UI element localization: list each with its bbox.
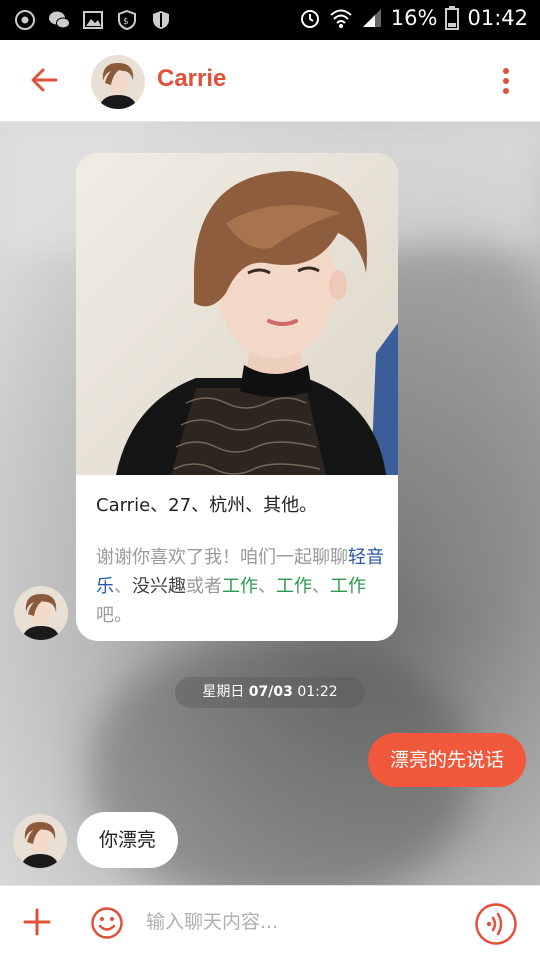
separator: 、 (114, 576, 132, 597)
page-title: Carrie (157, 65, 227, 92)
profile-greeting: 谢谢你喜欢了我！咱们一起聊聊轻音乐、没兴趣或者工作、工作、工作吧。 (96, 543, 386, 630)
clock: 01:42 (467, 6, 528, 30)
timestamp-time: 01:22 (297, 684, 338, 700)
interest-tag[interactable]: 工作 (222, 576, 258, 597)
connector-text: 或者 (186, 576, 222, 597)
greeting-text: 谢谢你喜欢了我！咱们一起聊聊 (96, 547, 348, 568)
interest-tag[interactable]: 工作 (330, 576, 366, 597)
profile-name: Carrie (96, 495, 151, 516)
wifi-icon (330, 9, 352, 28)
incoming-message-bubble[interactable]: 你漂亮 (77, 812, 179, 868)
signal-icon (362, 9, 381, 27)
avatar[interactable] (13, 814, 67, 868)
timestamp-date: 07/03 (248, 684, 293, 700)
profile-card[interactable]: Carrie、27、杭州、其他。 谢谢你喜欢了我！咱们一起聊聊轻音乐、没兴趣或者… (76, 153, 398, 641)
timestamp-weekday: 星期日 (202, 684, 245, 700)
outgoing-message-bubble[interactable]: 漂亮的先说话 (367, 733, 526, 787)
svg-text:$: $ (123, 17, 129, 27)
status-bar: $ 16% 01:42 (0, 0, 540, 40)
plus-icon[interactable] (22, 907, 52, 937)
interest-tag[interactable]: 工作 (276, 576, 312, 597)
battery-icon (445, 6, 460, 30)
avatar-image (13, 814, 67, 868)
separator: 、 (245, 495, 264, 516)
avatar[interactable] (91, 55, 145, 109)
separator: 、 (258, 576, 276, 597)
shield-alt-icon (153, 11, 169, 29)
wechat-icon (49, 11, 70, 29)
profile-age: 27 (168, 495, 192, 516)
battery-percent: 16% (390, 6, 438, 30)
chat-header: Carrie (0, 40, 540, 122)
interest-tag[interactable]: 没兴趣 (132, 576, 186, 597)
message-timestamp: 星期日 07/03 01:22 (175, 677, 365, 708)
separator: 、 (312, 576, 330, 597)
more-options-icon[interactable] (500, 66, 512, 96)
status-left-icons: $ (14, 9, 172, 31)
profile-photo[interactable] (76, 153, 398, 475)
alarm-icon (300, 10, 319, 28)
separator: 、 (150, 495, 169, 516)
status-right: 16% 01:42 (299, 6, 528, 30)
profile-photo-image (76, 153, 398, 475)
profile-other: 其他。 (263, 495, 318, 516)
emoji-icon[interactable] (90, 906, 124, 940)
profile-info: Carrie、27、杭州、其他。 (96, 491, 386, 517)
message-input-bar (0, 885, 540, 960)
voice-icon[interactable] (474, 902, 518, 946)
separator: 、 (191, 495, 210, 516)
back-arrow-icon[interactable] (26, 62, 62, 98)
gallery-icon (83, 11, 103, 29)
shield-icon: $ (118, 9, 136, 31)
avatar[interactable] (14, 586, 68, 640)
greeting-end: 吧。 (96, 605, 132, 626)
message-input[interactable] (146, 902, 446, 942)
avatar-image (91, 55, 145, 109)
chat-area[interactable]: Carrie、27、杭州、其他。 谢谢你喜欢了我！咱们一起聊聊轻音乐、没兴趣或者… (0, 122, 540, 885)
avatar-image (14, 586, 68, 640)
profile-city: 杭州 (209, 495, 246, 516)
camera-icon (15, 10, 35, 30)
